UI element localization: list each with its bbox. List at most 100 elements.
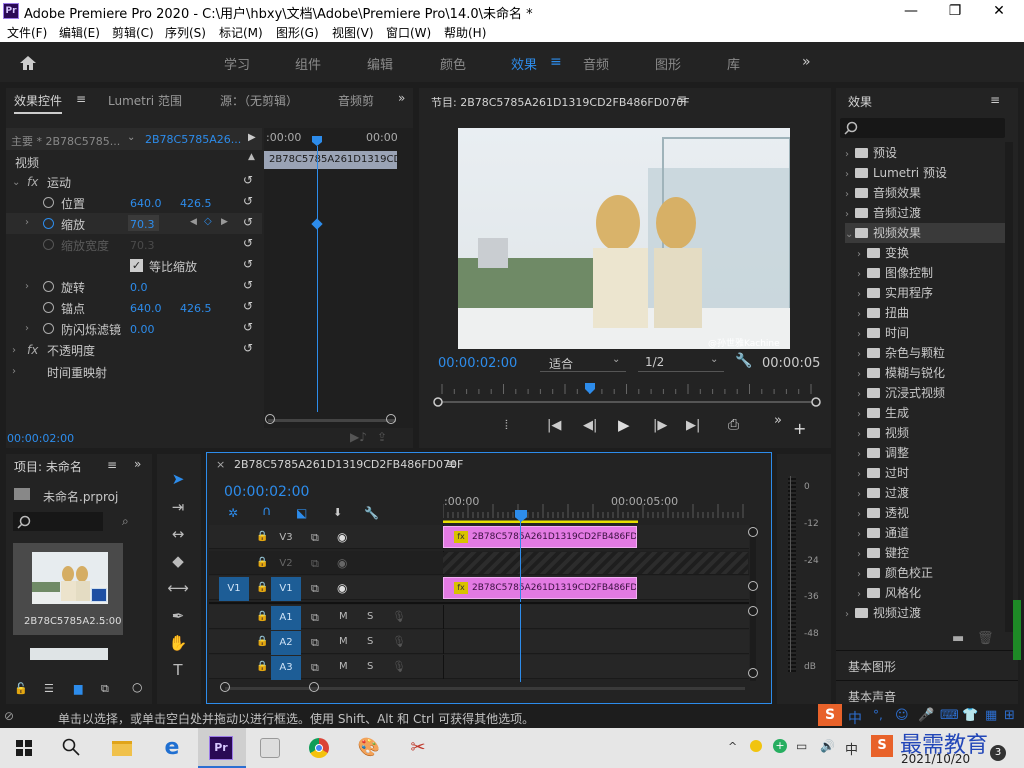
- effects-tree-item[interactable]: › 实用程序: [845, 283, 1005, 303]
- effects-tree-item[interactable]: › 过时: [845, 463, 1005, 483]
- linked-selection-icon[interactable]: ⬕: [296, 506, 307, 520]
- program-playhead[interactable]: [585, 383, 595, 394]
- chevron-right-icon[interactable]: ›: [857, 245, 867, 265]
- opacity-fx-icon[interactable]: fx: [27, 343, 38, 357]
- prev-keyframe-icon[interactable]: ◀: [190, 217, 197, 227]
- anti-flicker-value[interactable]: 0.00: [130, 323, 155, 336]
- workspace-learning[interactable]: 学习: [224, 54, 250, 73]
- timeline-settings-icon[interactable]: 🔧: [364, 506, 379, 520]
- volume-icon[interactable]: 🔊: [820, 739, 835, 753]
- delete-icon[interactable]: 🗑: [977, 631, 994, 646]
- chevron-right-icon[interactable]: ›: [857, 485, 867, 505]
- emoji-icon[interactable]: ☺: [895, 708, 909, 723]
- ec-timecode[interactable]: 00:00:02:00: [7, 432, 74, 445]
- project-menu-icon[interactable]: ≡: [107, 458, 117, 472]
- track-lock-icon[interactable]: 🔒: [256, 531, 268, 542]
- chevron-right-icon[interactable]: ›: [857, 305, 867, 325]
- export-frame-icon[interactable]: ⎙: [728, 417, 739, 433]
- position-stopwatch-icon[interactable]: [43, 197, 54, 208]
- taskbar-ime-label[interactable]: 中: [845, 739, 858, 758]
- effect-controls-timeline[interactable]: [264, 128, 413, 428]
- ec-zoom-handle-right[interactable]: [386, 414, 396, 424]
- track-lock-icon[interactable]: 🔒: [256, 636, 268, 647]
- workspace-editing[interactable]: 编辑: [367, 54, 393, 73]
- voice-icon[interactable]: 🎤: [918, 708, 934, 723]
- basic-audio-panel-tab[interactable]: 基本声音: [848, 688, 896, 705]
- paint-icon[interactable]: 🎨: [355, 734, 383, 762]
- panel-overflow-icon[interactable]: »: [398, 91, 405, 105]
- chevron-right-icon[interactable]: ›: [857, 365, 867, 385]
- timeline-ruler[interactable]: [443, 478, 748, 523]
- track-lock-icon[interactable]: 🔒: [256, 557, 268, 568]
- ec-play-audio-icon[interactable]: ▶♪: [350, 430, 367, 444]
- workspace-libraries[interactable]: 库: [727, 54, 740, 73]
- tab-project[interactable]: 项目: 未命名: [14, 458, 82, 475]
- track-lock-icon[interactable]: 🔒: [256, 661, 268, 672]
- sogou-ime-icon[interactable]: S: [818, 704, 842, 726]
- time-remap-expand-icon[interactable]: ›: [12, 366, 16, 377]
- add-keyframe-icon[interactable]: ◇: [204, 216, 212, 227]
- program-overflow-icon[interactable]: »: [774, 413, 782, 428]
- scroll-handle-bottom[interactable]: [748, 668, 758, 678]
- photo-app-icon[interactable]: [256, 734, 284, 762]
- edge-browser-icon[interactable]: e: [158, 734, 186, 762]
- track-select-tool-icon[interactable]: ⇥: [165, 494, 191, 520]
- resolution-chevron-icon[interactable]: ⌄: [710, 354, 718, 365]
- effects-tree-item[interactable]: › 视频过渡: [845, 603, 1005, 623]
- timeline-sequence-tab[interactable]: 2B78C5785A261D1319CD2FB486FD070F: [234, 458, 463, 471]
- chevron-down-icon[interactable]: ⌄: [845, 225, 855, 245]
- program-monitor-title[interactable]: 节目: 2B78C5785A261D1319CD2FB486FD070F: [431, 94, 690, 110]
- scroll-handle-mid[interactable]: [748, 581, 758, 591]
- rotation-value[interactable]: 0.0: [130, 281, 148, 294]
- track-visibility-eye-icon[interactable]: ◉: [337, 581, 347, 595]
- menu-edit[interactable]: 编辑(E): [59, 24, 100, 41]
- chevron-right-icon[interactable]: ›: [857, 525, 867, 545]
- close-sequence-icon[interactable]: ×: [216, 458, 225, 471]
- effects-tree-item[interactable]: › 预设: [845, 143, 1005, 163]
- track-sync-icon[interactable]: ⧉: [311, 611, 319, 625]
- track-sync-icon[interactable]: ⧉: [311, 531, 319, 545]
- clip-v3[interactable]: fx 2B78C5785A261D1319CD2FB486FD07: [443, 526, 637, 548]
- track-solo-button[interactable]: S: [367, 661, 373, 672]
- chevron-right-icon[interactable]: ›: [845, 605, 855, 625]
- track-voiceover-mic-icon[interactable]: 🎙: [392, 610, 406, 623]
- track-lock-icon[interactable]: 🔒: [256, 611, 268, 622]
- windows-start-icon[interactable]: [16, 740, 32, 756]
- chevron-right-icon[interactable]: ›: [857, 325, 867, 345]
- go-to-out-icon[interactable]: ▶|: [686, 418, 700, 433]
- step-forward-icon[interactable]: |▶: [653, 418, 667, 433]
- resolution-value[interactable]: 1/2: [645, 355, 664, 369]
- anchor-stopwatch-icon[interactable]: [43, 302, 54, 313]
- scale-expand-icon[interactable]: ›: [25, 217, 29, 228]
- program-menu-icon[interactable]: ≡: [677, 92, 687, 106]
- ec-mini-clip[interactable]: 2B78C5785A261D1319CD: [264, 151, 397, 169]
- track-voiceover-mic-icon[interactable]: 🎙: [392, 660, 406, 673]
- taskbar-date[interactable]: 2021/10/20: [901, 752, 970, 766]
- timeline-menu-icon[interactable]: ≡: [446, 457, 456, 471]
- play-button[interactable]: ▶: [618, 416, 630, 434]
- effects-tree-item[interactable]: › 调整: [845, 443, 1005, 463]
- reset-rotation-icon[interactable]: ↺: [243, 279, 255, 291]
- add-marker-icon[interactable]: ⬇: [333, 506, 342, 519]
- play-clip-icon[interactable]: ▶: [248, 132, 256, 143]
- chevron-right-icon[interactable]: ›: [857, 265, 867, 285]
- chrome-icon[interactable]: [305, 734, 333, 762]
- effects-tree-item[interactable]: › 图像控制: [845, 263, 1005, 283]
- minimize-button[interactable]: —: [888, 0, 934, 22]
- wrench-settings-icon[interactable]: 🔧: [735, 353, 752, 369]
- timeline-h-scrollbar[interactable]: [225, 687, 745, 690]
- effects-search-input[interactable]: [840, 118, 1005, 138]
- tray-360-icon[interactable]: +: [773, 739, 787, 753]
- anti-flicker-expand-icon[interactable]: ›: [25, 323, 29, 334]
- menu-clip[interactable]: 剪辑(C): [112, 24, 154, 41]
- menu-view[interactable]: 视图(V): [332, 24, 374, 41]
- notification-badge[interactable]: 3: [990, 745, 1006, 761]
- track-label[interactable]: V1: [271, 577, 301, 601]
- clip-v1[interactable]: fx 2B78C5785A261D1319CD2FB486FD070: [443, 577, 637, 599]
- premiere-taskbar-icon[interactable]: Pr: [209, 736, 233, 760]
- program-video-frame[interactable]: [458, 128, 790, 349]
- track-mute-button[interactable]: M: [339, 661, 348, 672]
- chevron-right-icon[interactable]: ›: [845, 205, 855, 225]
- chevron-right-icon[interactable]: ›: [857, 425, 867, 445]
- h-scroll-handle-left[interactable]: [220, 682, 230, 692]
